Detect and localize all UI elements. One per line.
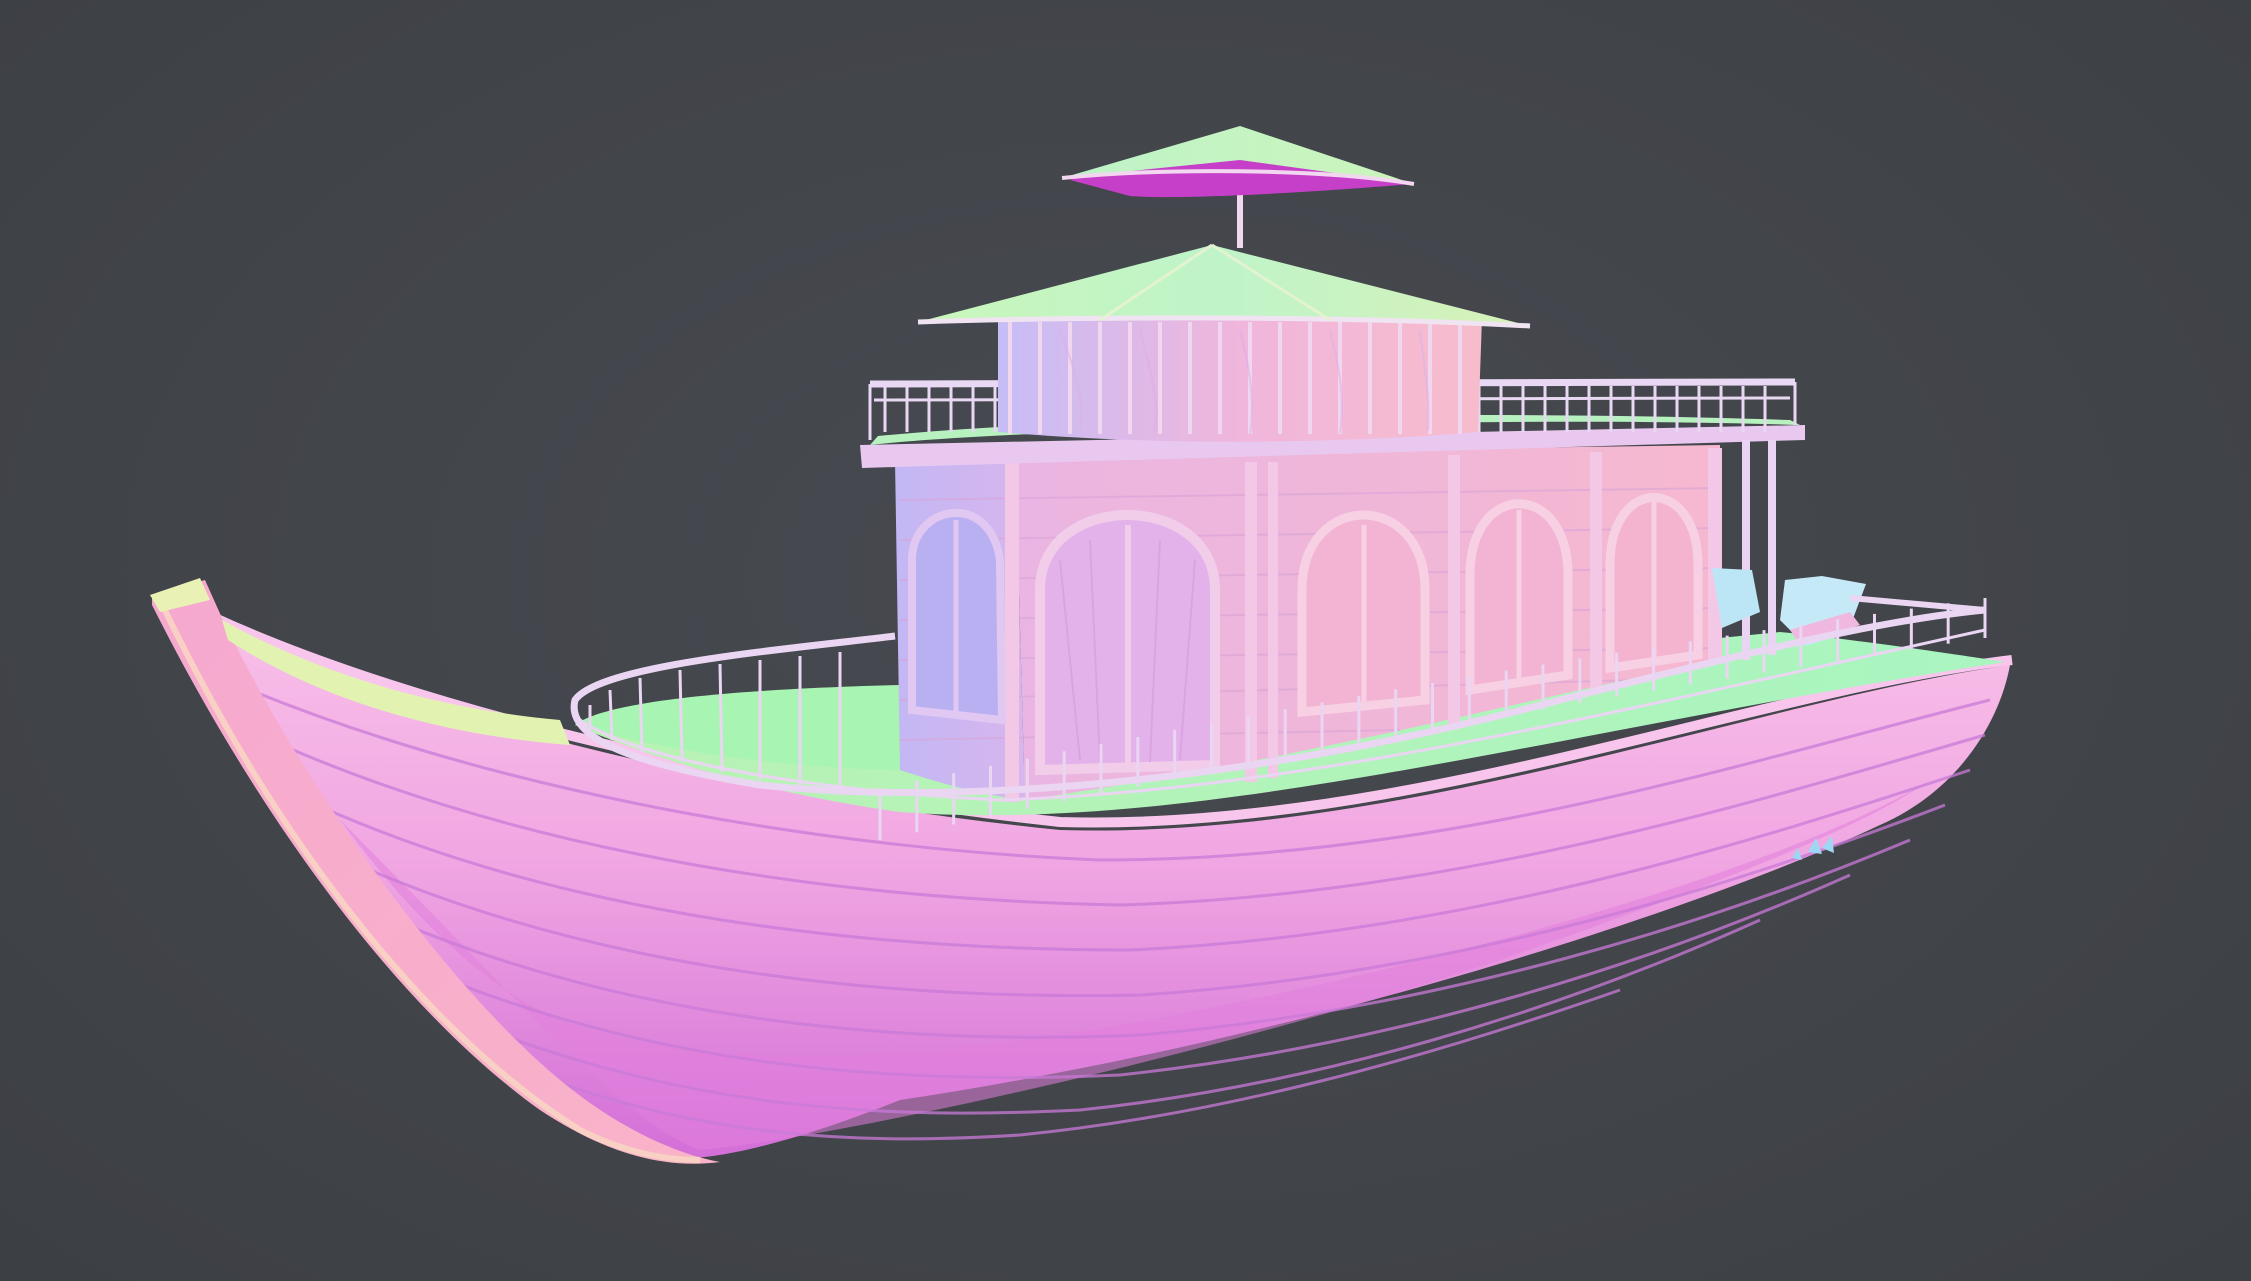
stern-posts: [1742, 440, 1776, 660]
render-viewport[interactable]: [0, 0, 2251, 1281]
arched-window-1: [1297, 510, 1430, 717]
arched-window-2: [1465, 499, 1573, 696]
pavilion-roof: [918, 245, 1530, 326]
side-arched-window: [908, 508, 1007, 725]
houseboat-render: [150, 126, 2013, 1164]
umbrella: [1061, 126, 1415, 248]
arched-window-3: [1605, 493, 1703, 674]
main-baluster: [678, 669, 684, 763]
main-baluster: [608, 689, 614, 741]
main-baluster: [638, 677, 644, 753]
pavilion: [917, 243, 1531, 442]
main-baluster: [718, 663, 724, 773]
arched-double-door: [1035, 510, 1220, 776]
